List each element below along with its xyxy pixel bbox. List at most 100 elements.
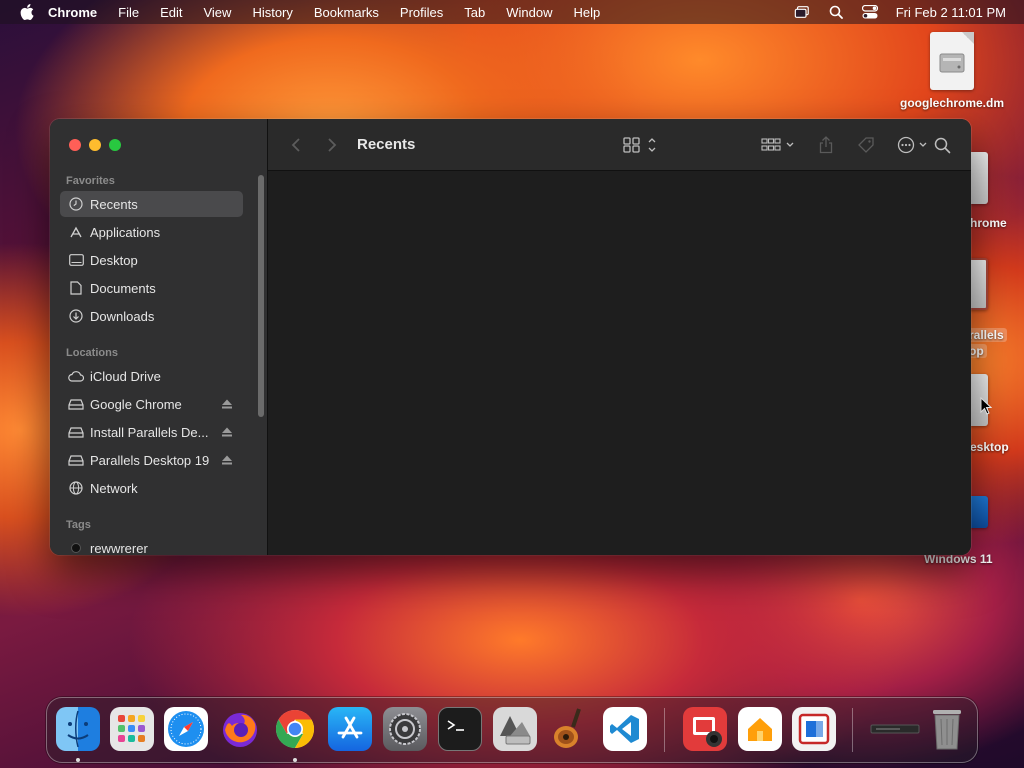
garageband-app-icon[interactable] — [547, 707, 591, 751]
chrome-app-icon[interactable] — [273, 707, 317, 751]
menubar-clock[interactable]: Fri Feb 2 11:01 PM — [896, 5, 1006, 20]
disk-icon — [68, 424, 84, 440]
sidebar-item-label: Network — [90, 480, 138, 496]
running-indicator — [293, 758, 297, 762]
trash-icon[interactable] — [925, 707, 969, 751]
globe-icon — [68, 480, 84, 496]
desktop-item-label: hrome — [970, 216, 1007, 230]
desktop-item-label: esktop — [970, 440, 1009, 454]
desktop-icon — [68, 252, 84, 268]
desktop-item-googlechrome-dmg[interactable]: googlechrome.dm — [900, 32, 1004, 110]
stage-manager-icon[interactable] — [794, 4, 810, 20]
sidebar-item-applications[interactable]: Applications — [60, 219, 243, 245]
sidebar-item-icloud-drive[interactable]: iCloud Drive — [60, 363, 243, 389]
share-icon[interactable] — [816, 135, 836, 155]
sidebar-item-label: rewwrerer — [90, 540, 148, 556]
sidebar-section-locations: Locations — [66, 347, 118, 359]
running-indicator — [76, 758, 80, 762]
sidebar-item-label: Downloads — [90, 308, 155, 324]
tag-color-dot — [71, 543, 81, 553]
sidebar-item-recents[interactable]: Recents — [60, 191, 243, 217]
sidebar-item-parallels-desktop[interactable]: Parallels Desktop 19 — [60, 447, 243, 473]
sidebar-item-label: Parallels Desktop 19 — [90, 452, 210, 468]
mouse-cursor-icon — [980, 397, 992, 415]
minimize-button[interactable] — [89, 139, 101, 151]
window-title: Recents — [357, 136, 416, 153]
tag-icon[interactable] — [856, 135, 876, 155]
system-settings-app-icon[interactable] — [383, 707, 427, 751]
view-mode-icon[interactable] — [620, 135, 660, 155]
finder-window: Favorites Recents Applications Desktop D… — [50, 119, 971, 555]
menu-app-chrome[interactable]: Chrome — [48, 5, 97, 20]
eject-icon[interactable] — [221, 454, 233, 466]
finder-app-icon[interactable] — [56, 707, 100, 751]
back-chevron-icon[interactable] — [288, 135, 304, 155]
sidebar-item-label: Recents — [90, 196, 138, 212]
sidebar-scrollbar[interactable] — [258, 175, 264, 417]
eject-icon[interactable] — [221, 398, 233, 410]
sidebar-section-tags: Tags — [66, 519, 91, 531]
sidebar-item-desktop[interactable]: Desktop — [60, 247, 243, 273]
apple-menu-icon[interactable] — [20, 4, 34, 20]
firefox-app-icon[interactable] — [218, 707, 262, 751]
menu-edit[interactable]: Edit — [160, 5, 182, 20]
sidebar-item-documents[interactable]: Documents — [60, 275, 243, 301]
vscode-app-icon[interactable] — [603, 707, 647, 751]
boot-camp-assistant-app-icon[interactable] — [493, 707, 537, 751]
dock-separator — [852, 708, 853, 752]
photo-booth-app-icon[interactable] — [683, 707, 727, 751]
sidebar-section-favorites: Favorites — [66, 175, 115, 187]
forward-chevron-icon[interactable] — [324, 135, 340, 155]
clock-icon — [68, 196, 84, 212]
control-center-icon[interactable] — [861, 4, 878, 20]
disk-icon — [68, 452, 84, 468]
applications-icon — [68, 224, 84, 240]
parallels-app-icon[interactable] — [792, 707, 836, 751]
document-icon — [68, 280, 84, 296]
menu-window[interactable]: Window — [506, 5, 552, 20]
home-app-icon[interactable] — [738, 707, 782, 751]
sidebar-item-label: Applications — [90, 224, 161, 240]
status-area: Fri Feb 2 11:01 PM — [794, 0, 1006, 24]
sidebar-item-label: Google Chrome — [90, 396, 182, 412]
download-icon — [68, 308, 84, 324]
sidebar-item-google-chrome[interactable]: Google Chrome — [60, 391, 243, 417]
spotlight-search-icon[interactable] — [828, 4, 844, 20]
app-store-app-icon[interactable] — [328, 707, 372, 751]
search-icon[interactable] — [932, 135, 952, 155]
sidebar-item-label: Desktop — [90, 252, 138, 268]
sidebar-item-network[interactable]: Network — [60, 475, 243, 501]
finder-content-area[interactable] — [268, 171, 971, 555]
dock — [46, 697, 978, 763]
finder-sidebar: Favorites Recents Applications Desktop D… — [50, 119, 268, 555]
safari-app-icon[interactable] — [164, 707, 208, 751]
menu-profiles[interactable]: Profiles — [400, 5, 443, 20]
menu-history[interactable]: History — [252, 5, 292, 20]
cloud-icon — [68, 368, 84, 384]
menu-view[interactable]: View — [203, 5, 231, 20]
desktop-item-label: googlechrome.dm — [900, 96, 1005, 110]
menu-bar: Chrome File Edit View History Bookmarks … — [0, 0, 1024, 24]
sidebar-item-downloads[interactable]: Downloads — [60, 303, 243, 329]
finder-toolbar: Recents — [268, 119, 971, 171]
menu-bookmarks[interactable]: Bookmarks — [314, 5, 379, 20]
menu-help[interactable]: Help — [574, 5, 601, 20]
sidebar-item-install-parallels[interactable]: Install Parallels De... — [60, 419, 243, 445]
menu-tab[interactable]: Tab — [464, 5, 485, 20]
menu-file[interactable]: File — [118, 5, 139, 20]
eject-icon[interactable] — [221, 426, 233, 438]
sidebar-item-label: Install Parallels De... — [90, 424, 209, 440]
desktop-item-label: rallels — [966, 328, 1007, 342]
close-button[interactable] — [69, 139, 81, 151]
group-icon[interactable] — [758, 135, 798, 155]
screenshot-thumbnail-icon[interactable] — [869, 707, 921, 751]
sidebar-item-label: iCloud Drive — [90, 368, 161, 384]
dock-separator — [664, 708, 665, 752]
terminal-app-icon[interactable] — [438, 707, 482, 751]
sidebar-tag-rewwrerer[interactable]: rewwrerer — [60, 535, 243, 555]
window-controls — [69, 139, 121, 151]
launchpad-app-icon[interactable] — [110, 707, 154, 751]
more-actions-icon[interactable] — [896, 135, 932, 155]
zoom-button[interactable] — [109, 139, 121, 151]
dmg-file-icon — [930, 32, 974, 90]
